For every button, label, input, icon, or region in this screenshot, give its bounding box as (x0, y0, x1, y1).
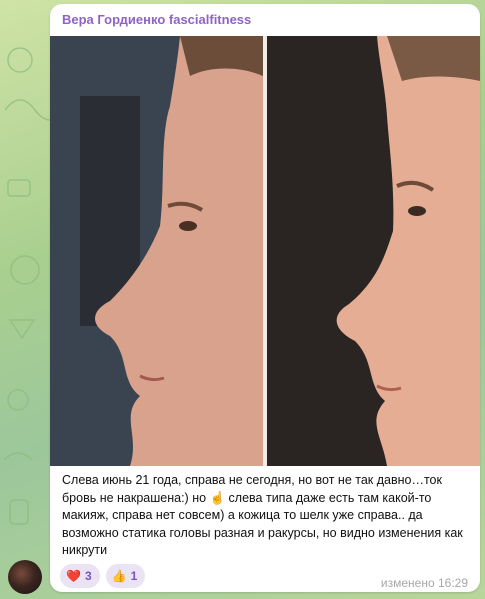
reaction-thumbs-up[interactable]: 👍 1 (105, 564, 146, 588)
photo-after-profile (267, 36, 480, 466)
message-text: Слева июнь 21 года, справа не сегодня, н… (62, 473, 463, 557)
reaction-count: 1 (130, 569, 138, 583)
reaction-heart[interactable]: ❤️ 3 (60, 564, 100, 588)
photo-before-profile (50, 36, 263, 466)
message-bubble: Вера Гордиенко fascialfitness Слева июнь… (50, 4, 480, 592)
author-avatar[interactable] (8, 560, 42, 594)
author-name[interactable]: Вера Гордиенко fascialfitness (62, 12, 251, 27)
thumbs-up-icon: 👍 (111, 569, 127, 583)
edited-timestamp: изменено 16:29 (380, 576, 468, 590)
comparison-photo[interactable] (50, 36, 480, 466)
heart-icon: ❤️ (66, 569, 81, 583)
reactions-bar: ❤️ 3 👍 1 (60, 564, 146, 588)
reaction-count: 3 (84, 569, 92, 583)
